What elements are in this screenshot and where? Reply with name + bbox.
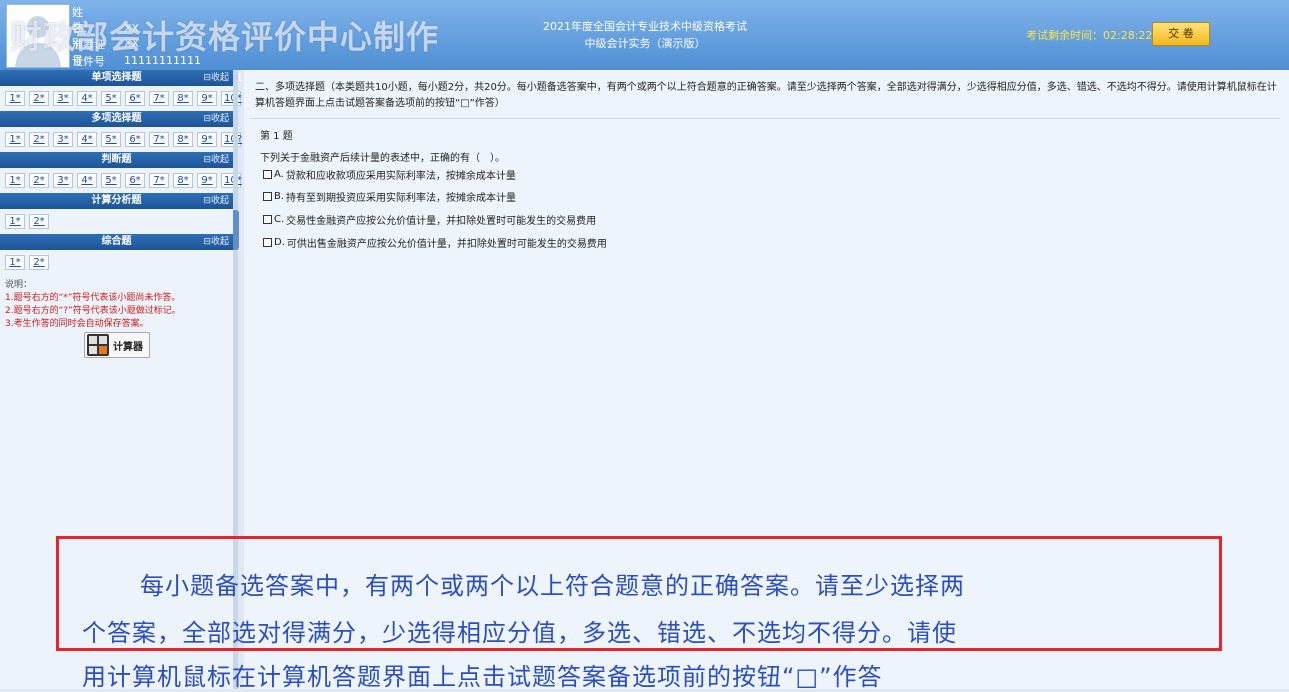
question-link[interactable]: 10? [221, 132, 242, 147]
collapse-toggle[interactable]: ⊟收起 [203, 70, 229, 86]
subtitle-line-2: 个答案，全部选对得满分，少选得相应分值，多选、错选、不选均不得分。请使 [82, 619, 957, 647]
question-row-single-choice: 1* 2* 3* 4* 5* 6* 7* 8* 9* 10* [0, 86, 242, 111]
avatar-icon [7, 5, 69, 67]
timer-value: 02:28:22 [1103, 29, 1153, 42]
exam-title: 2021年度全国会计专业技术中级资格考试 中级会计实务（演示版） [543, 20, 747, 50]
section-instruction: 二、多项选择题（本类题共10小题，每小题2分，共20分。每小题备选答案中，有两个… [255, 82, 1277, 109]
subtitle-line-1: 每小题备选答案中，有两个或两个以上符合题意的正确答案。请至少选择两 [140, 572, 965, 600]
question-link[interactable]: 1* [5, 132, 25, 147]
question-link[interactable]: 9* [197, 173, 217, 188]
question-link[interactable]: 1* [5, 255, 25, 270]
question-link[interactable]: 9* [197, 132, 217, 147]
calculator-icon [87, 334, 109, 356]
question-row-comprehensive: 1* 2* [0, 250, 233, 275]
question-link[interactable]: 7* [149, 91, 169, 106]
calculator-button[interactable]: 计算器 [84, 332, 150, 358]
question-link[interactable]: 10* [221, 91, 242, 106]
question-link[interactable]: 1* [5, 91, 25, 106]
question-link[interactable]: 6* [125, 173, 145, 188]
question-link[interactable]: 8* [173, 91, 193, 106]
remaining-time: 考试剩余时间：02:28:22 [1026, 29, 1153, 42]
submit-button[interactable]: 交 卷 [1152, 22, 1210, 46]
question-link[interactable]: 7* [149, 173, 169, 188]
question-link[interactable]: 6* [125, 91, 145, 106]
checkbox-icon[interactable] [263, 170, 272, 179]
question-row-calculation: 1* 2* [0, 209, 233, 234]
checkbox-icon[interactable] [263, 192, 272, 201]
question-link[interactable]: 8* [173, 132, 193, 147]
option-a[interactable]: A. 贷款和应收款项应采用实际利率法，按摊余成本计量 [263, 167, 516, 182]
collapse-toggle[interactable]: ⊟收起 [203, 152, 229, 168]
checkbox-icon[interactable] [263, 238, 272, 247]
question-link[interactable]: 5* [101, 173, 121, 188]
question-link[interactable]: 9* [197, 91, 217, 106]
question-row-true-false: 1* 2* 3* 4* 5* 6* 7* 8* 9* 10* [0, 168, 242, 193]
question-link[interactable]: 2* [29, 214, 49, 229]
question-link[interactable]: 4* [77, 91, 97, 106]
instructions-notes: 说明： 1.题号右方的“*”符号代表该小题尚未作答。 2.题号右方的“?”符号代… [5, 280, 181, 329]
section-header-multiple-choice: 多项选择题 ⊟收起 [0, 111, 233, 127]
question-link[interactable]: 2* [29, 132, 49, 147]
question-link[interactable]: 2* [29, 173, 49, 188]
question-link[interactable]: 8* [173, 173, 193, 188]
checkbox-icon[interactable] [263, 215, 272, 224]
question-link[interactable]: 4* [77, 173, 97, 188]
question-link[interactable]: 7* [149, 132, 169, 147]
question-link[interactable]: 3* [53, 132, 73, 147]
question-link[interactable]: 2* [29, 91, 49, 106]
question-link[interactable]: 6* [125, 132, 145, 147]
question-number: 第 1 题 [260, 131, 293, 142]
question-link[interactable]: 2* [29, 255, 49, 270]
question-link[interactable]: 4* [77, 132, 97, 147]
question-link[interactable]: 3* [53, 91, 73, 106]
candidate-photo [6, 4, 70, 68]
collapse-toggle[interactable]: ⊟收起 [203, 111, 229, 127]
splitter-handle[interactable] [233, 210, 239, 250]
question-link[interactable]: 1* [5, 214, 25, 229]
question-link[interactable]: 3* [53, 173, 73, 188]
question-row-multiple-choice: 1* 2* 3* 4* 5* 6* 7* 8* 9* 10? [0, 127, 242, 152]
header-bar: 姓 名：XX 性 别：XX 准考证号：11111111111 证件号码：1111… [0, 0, 1289, 84]
question-link[interactable]: 1* [5, 173, 25, 188]
question-link[interactable]: 5* [101, 91, 121, 106]
section-header-calculation: 计算分析题 ⊟收起 [0, 193, 233, 209]
option-c[interactable]: C. 交易性金融资产应按公允价值计量，并扣除处置时可能发生的交易费用 [263, 212, 596, 227]
question-link[interactable]: 5* [101, 132, 121, 147]
collapse-toggle[interactable]: ⊟收起 [203, 193, 229, 209]
subtitle-line-3: 用计算机鼠标在计算机答题界面上点击试题答案备选项前的按钮“□”作答 [82, 663, 883, 691]
collapse-toggle[interactable]: ⊟收起 [203, 234, 229, 250]
question-link[interactable]: 10* [221, 173, 242, 188]
option-d[interactable]: D. 可供出售金融资产应按公允价值计量，并扣除处置时可能发生的交易费用 [263, 235, 607, 250]
section-header-true-false: 判断题 ⊟收起 [0, 152, 233, 168]
option-b[interactable]: B. 持有至到期投资应采用实际利率法，按摊余成本计量 [263, 189, 516, 204]
section-header-comprehensive: 综合题 ⊟收起 [0, 234, 233, 250]
divider [250, 118, 1280, 119]
question-text: 下列关于金融资产后续计量的表述中，正确的有（ ）。 [260, 153, 505, 164]
section-header-single-choice: 单项选择题 ⊟收起 [0, 70, 233, 86]
